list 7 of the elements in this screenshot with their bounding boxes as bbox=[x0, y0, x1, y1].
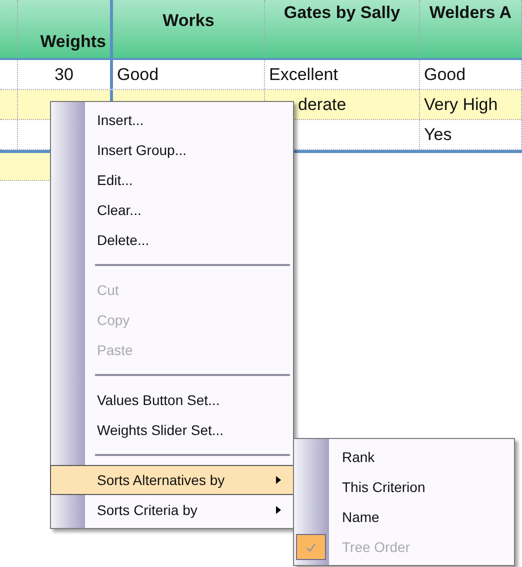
table-cell-text: Excellent bbox=[269, 64, 338, 86]
table-cell-text: Good bbox=[117, 64, 159, 86]
table-cell-text: Good bbox=[424, 64, 466, 86]
table-cell-text: 30 bbox=[54, 64, 74, 86]
table-cell-text: Yes bbox=[424, 124, 452, 146]
table-cell-text: Very High bbox=[424, 94, 498, 116]
table-cell-text: derate bbox=[298, 94, 346, 116]
